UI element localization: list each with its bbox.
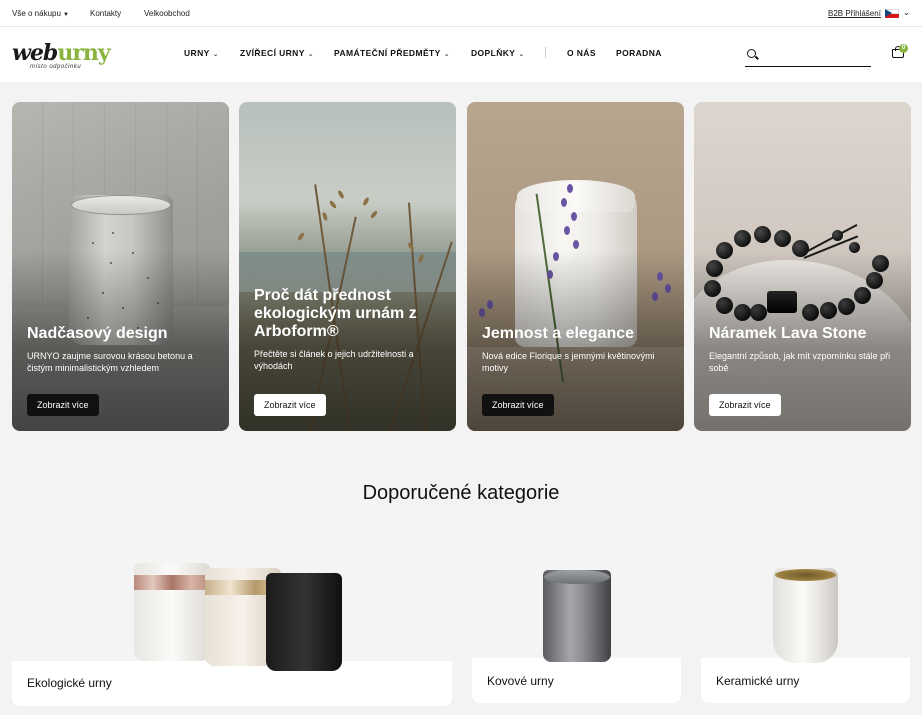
nav-animal-urns[interactable]: ZVÍŘECÍ URNY ⌄: [240, 48, 314, 58]
search-icon[interactable]: [747, 49, 756, 58]
hero-title: Proč dát přednost ekologickým urnám z Ar…: [254, 287, 417, 340]
category-label: Keramické urny: [716, 674, 800, 688]
b2b-login-link[interactable]: B2B Přihlášení: [828, 9, 881, 18]
nav-memorial-label: PAMÁTEČNÍ PŘEDMĚTY: [334, 48, 441, 58]
category-image: [12, 533, 452, 671]
about-shopping-menu[interactable]: Vše o nákupu ▼: [12, 9, 69, 18]
hero-title: Náramek Lava Stone: [709, 325, 867, 342]
section-title-recommended-categories: Doporučené kategorie: [362, 482, 560, 504]
category-card-eco-urns[interactable]: Ekologické urny: [12, 533, 452, 706]
show-more-button[interactable]: Zobrazit více: [254, 394, 326, 416]
chevron-down-icon: ⌄: [307, 51, 315, 58]
chevron-down-icon: ⌄: [443, 51, 450, 58]
hero-card-arboform-article[interactable]: Proč dát přednost ekologickým urnám z Ar…: [239, 102, 456, 431]
hero-card-lava-stone-bracelet[interactable]: Náramek Lava Stone Elegantní způsob, jak…: [694, 102, 911, 431]
hero-title: Jemnost a elegance: [482, 325, 635, 342]
hero-description: Přečtěte si článek o jejich udržitelnost…: [254, 349, 414, 371]
show-more-button[interactable]: Zobrazit více: [27, 394, 99, 416]
search-input[interactable]: [763, 45, 868, 63]
nav-accessories[interactable]: DOPLŇKY ⌄: [471, 48, 525, 58]
search-box: [745, 41, 871, 67]
category-card-metal-urns[interactable]: Kovové urny: [472, 533, 681, 703]
about-shopping-label: Vše o nákupu: [12, 9, 61, 18]
hero-card-florique-edition[interactable]: Jemnost a elegance Nová edice Florique s…: [467, 102, 684, 431]
hero-description: URNYO zaujme surovou krásou betonu a čis…: [27, 351, 193, 373]
show-more-button[interactable]: Zobrazit více: [482, 394, 554, 416]
nav-accessories-label: DOPLŇKY: [471, 48, 516, 58]
category-label: Ekologické urny: [27, 676, 112, 690]
hero-description: Elegantní způsob, jak mít vzpomínku stál…: [709, 351, 891, 373]
category-image: [472, 533, 681, 662]
contacts-link[interactable]: Kontakty: [90, 9, 121, 18]
site-logo[interactable]: weburny místo odpočinku: [12, 40, 111, 74]
category-image: [701, 533, 910, 663]
caret-down-icon: ▼: [62, 12, 69, 18]
logo-text-web: web: [12, 40, 58, 66]
top-utility-bar: Vše o nákupu ▼ Kontakty Velkoobchod B2B P…: [0, 0, 922, 27]
nav-divider: [545, 47, 546, 58]
chevron-down-icon: ⌄: [212, 51, 219, 58]
category-label: Kovové urny: [487, 674, 554, 688]
wholesale-link[interactable]: Velkoobchod: [144, 9, 190, 18]
nav-animal-urns-label: ZVÍŘECÍ URNY: [240, 48, 305, 58]
nav-urns[interactable]: URNY ⌄: [184, 48, 219, 58]
czech-flag-icon[interactable]: [885, 9, 899, 18]
logo-text-urny: urny: [57, 40, 110, 66]
show-more-button[interactable]: Zobrazit více: [709, 394, 781, 416]
logo-tagline: místo odpočinku: [30, 64, 82, 70]
chevron-down-icon: ⌄: [518, 51, 525, 58]
hero-card-timeless-design[interactable]: Nadčasový design URNYO zaujme surovou kr…: [12, 102, 229, 431]
hero-description: Nová edice Florique s jemnými květinovým…: [482, 351, 655, 373]
cart-count-badge: 0: [899, 44, 908, 53]
language-chevron-down-icon[interactable]: ⌄: [903, 8, 910, 17]
main-header: weburny místo odpočinku URNY ⌄ ZVÍŘECÍ UR…: [0, 27, 922, 82]
category-card-ceramic-urns[interactable]: Keramické urny: [701, 533, 910, 703]
nav-urns-label: URNY: [184, 48, 210, 58]
nav-advice[interactable]: PORADNA: [616, 48, 662, 58]
nav-about[interactable]: O NÁS: [567, 48, 596, 58]
hero-title: Nadčasový design: [27, 325, 168, 342]
nav-memorial-items[interactable]: PAMÁTEČNÍ PŘEDMĚTY ⌄: [334, 48, 450, 58]
